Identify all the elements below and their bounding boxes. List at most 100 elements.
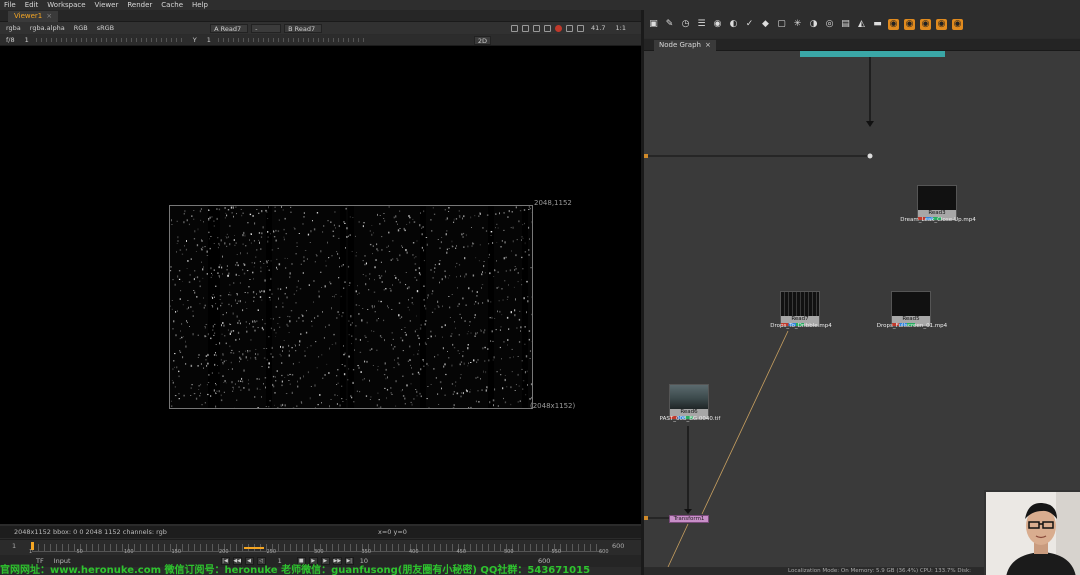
particles-node-icon[interactable]: ✳	[792, 19, 803, 30]
viewer-tab-bar: Viewer1 ×	[0, 10, 641, 22]
menu-help[interactable]: Help	[192, 1, 208, 9]
transform1-node[interactable]: Transform1	[669, 515, 709, 523]
lock-icon[interactable]	[544, 25, 552, 32]
close-icon[interactable]: ×	[46, 11, 52, 22]
close-icon[interactable]: ×	[705, 40, 711, 51]
channel-node-icon[interactable]: ☰	[696, 19, 707, 30]
read5-filename: Drops_Fullscreen_01.mp4	[876, 323, 948, 329]
node-toolbar: ▣ ✎ ◷ ☰ ◉ ◐ ✓ ◆ ▢ ✳ ◑ ◎ ▤ ◭ ▬ ◉ ◉ ◉ ◉ ◉	[644, 10, 1080, 38]
viewer-toolbar: rgba rgba.alpha RGB sRGB A Read7 - B Rea…	[0, 22, 641, 34]
record-icon[interactable]	[555, 25, 563, 32]
timeline-start: 1	[12, 542, 17, 550]
pause-icon[interactable]	[577, 25, 585, 32]
menu-workspace[interactable]: Workspace	[47, 1, 85, 9]
format-label-top-right: 2048,1152	[534, 199, 572, 207]
read7-label: Read7	[791, 316, 809, 322]
prev-keyframe-button[interactable]: ◀◀	[232, 557, 242, 565]
zoom-dropdown[interactable]: 41.7	[588, 24, 608, 33]
gamma-value[interactable]: 1	[204, 36, 214, 45]
plugin-node-icon-2[interactable]: ◉	[904, 18, 915, 30]
read3-node[interactable]: Read3 Dream_Leak_Close-Up.mp4	[900, 185, 976, 223]
overlay-icon[interactable]	[566, 25, 574, 32]
input-b-dropdown[interactable]: B Read7	[284, 23, 323, 33]
draw-node-icon[interactable]: ✎	[664, 19, 675, 30]
webcam-overlay	[984, 490, 1080, 575]
keyer-node-icon[interactable]: ✓	[744, 19, 755, 30]
fps-dropdown[interactable]: TF	[36, 557, 44, 565]
first-frame-button[interactable]: |◀	[220, 557, 230, 565]
3d-node-icon[interactable]: ▢	[776, 19, 787, 30]
fstop-label[interactable]: f/8	[3, 36, 18, 45]
other-node-icon[interactable]: ▬	[872, 19, 883, 30]
cached-range	[244, 547, 264, 549]
viewer-node-strip[interactable]	[800, 51, 945, 57]
read3-thumbnail	[918, 186, 956, 210]
read7-thumbnail	[781, 292, 819, 316]
format-label-bottom-right: (2048x1152)	[530, 402, 576, 410]
operation-dropdown[interactable]: -	[251, 23, 282, 33]
alpha-dropdown[interactable]: rgba.alpha	[27, 24, 68, 33]
channels-dropdown[interactable]: rgba	[3, 24, 24, 33]
deep-node-icon[interactable]: ◑	[808, 19, 819, 30]
menu-edit[interactable]: Edit	[25, 1, 39, 9]
viewer-gain-gamma-bar: f/8 1 Y 1 2D	[0, 35, 641, 46]
viewer-toolbar-icons: 41.7 1:1	[511, 24, 629, 33]
image-node-icon[interactable]: ▣	[648, 19, 659, 30]
read3-label: Read3	[928, 210, 946, 216]
time-node-icon[interactable]: ◷	[680, 19, 691, 30]
menu-cache[interactable]: Cache	[161, 1, 183, 9]
gamma-slider[interactable]	[217, 38, 368, 42]
views-node-icon[interactable]: ◎	[824, 19, 835, 30]
tab-viewer1[interactable]: Viewer1 ×	[8, 11, 59, 22]
play-backward-button[interactable]: ◁	[256, 557, 266, 565]
view-mode-dropdown[interactable]: 2D	[473, 35, 492, 45]
plugin-node-icon-4[interactable]: ◉	[936, 18, 947, 30]
image-frame	[169, 205, 533, 409]
merge-node-icon[interactable]: ◆	[760, 19, 771, 30]
metadata-node-icon[interactable]: ▤	[840, 19, 851, 30]
filter-node-icon[interactable]: ◐	[728, 19, 739, 30]
presenter-video	[986, 492, 1080, 575]
colorspace-dropdown[interactable]: sRGB	[94, 24, 117, 33]
current-frame-field[interactable]: 1	[278, 557, 282, 565]
input-dropdown[interactable]: Input	[54, 557, 71, 565]
menu-file[interactable]: File	[4, 1, 16, 9]
last-frame-button[interactable]: ▶|	[344, 557, 354, 565]
menu-viewer[interactable]: Viewer	[95, 1, 119, 9]
prev-frame-button[interactable]: ◀	[244, 557, 254, 565]
tab-node-graph[interactable]: Node Graph ×	[654, 40, 716, 51]
read5-node[interactable]: Read5 Drops_Fullscreen_01.mp4	[877, 291, 947, 329]
gain-slider[interactable]	[35, 38, 186, 42]
input-a-dropdown[interactable]: A Read7	[210, 23, 249, 33]
end-frame-field[interactable]: 600	[538, 557, 550, 565]
menu-render[interactable]: Render	[127, 1, 152, 9]
toolsets-node-icon[interactable]: ◭	[856, 19, 867, 30]
play-forward-button[interactable]: ▶	[308, 557, 318, 565]
step-field[interactable]: 10	[360, 557, 368, 565]
viewer-tab-label: Viewer1	[14, 12, 43, 20]
gain-value[interactable]: 1	[22, 36, 32, 45]
timeline-end: 600	[612, 542, 625, 550]
timeline[interactable]: 1 600 1 50 100 150 200 250 300 350 400 450 500 550 6…	[0, 539, 641, 555]
clip-icon[interactable]	[522, 25, 530, 32]
plugin-node-icon-5[interactable]: ◉	[952, 18, 963, 30]
plugin-node-icon-1[interactable]: ◉	[888, 18, 899, 30]
read6-node[interactable]: Read6 PAST_008_BG.0040.tif	[660, 384, 720, 422]
roi-icon[interactable]	[511, 25, 519, 32]
next-keyframe-button[interactable]: ▶▶	[332, 557, 342, 565]
cursor-coordinates: x=0 y=0	[378, 528, 407, 536]
image-info: 2048x1152 bbox: 0 0 2048 1152 channels: …	[14, 528, 167, 536]
menu-bar: File Edit Workspace Viewer Render Cache …	[0, 0, 1080, 10]
viewer-status-bar: 2048x1152 bbox: 0 0 2048 1152 channels: …	[0, 526, 641, 538]
color-node-icon[interactable]: ◉	[712, 19, 723, 30]
proxy-dropdown[interactable]: 1:1	[613, 24, 629, 33]
read5-thumbnail	[892, 292, 930, 316]
plugin-node-icon-3[interactable]: ◉	[920, 18, 931, 30]
stop-button[interactable]: ■	[296, 557, 306, 565]
cache-icon[interactable]	[533, 25, 541, 32]
read7-node[interactable]: Read7 Drops_To_Dribble.mp4	[770, 291, 832, 329]
next-frame-button[interactable]: ▶	[320, 557, 330, 565]
viewer-canvas[interactable]: 2048,1152 (2048x1152)	[0, 46, 641, 524]
rgb-dropdown[interactable]: RGB	[71, 24, 91, 33]
read7-filename: Drops_To_Dribble.mp4	[770, 323, 832, 329]
